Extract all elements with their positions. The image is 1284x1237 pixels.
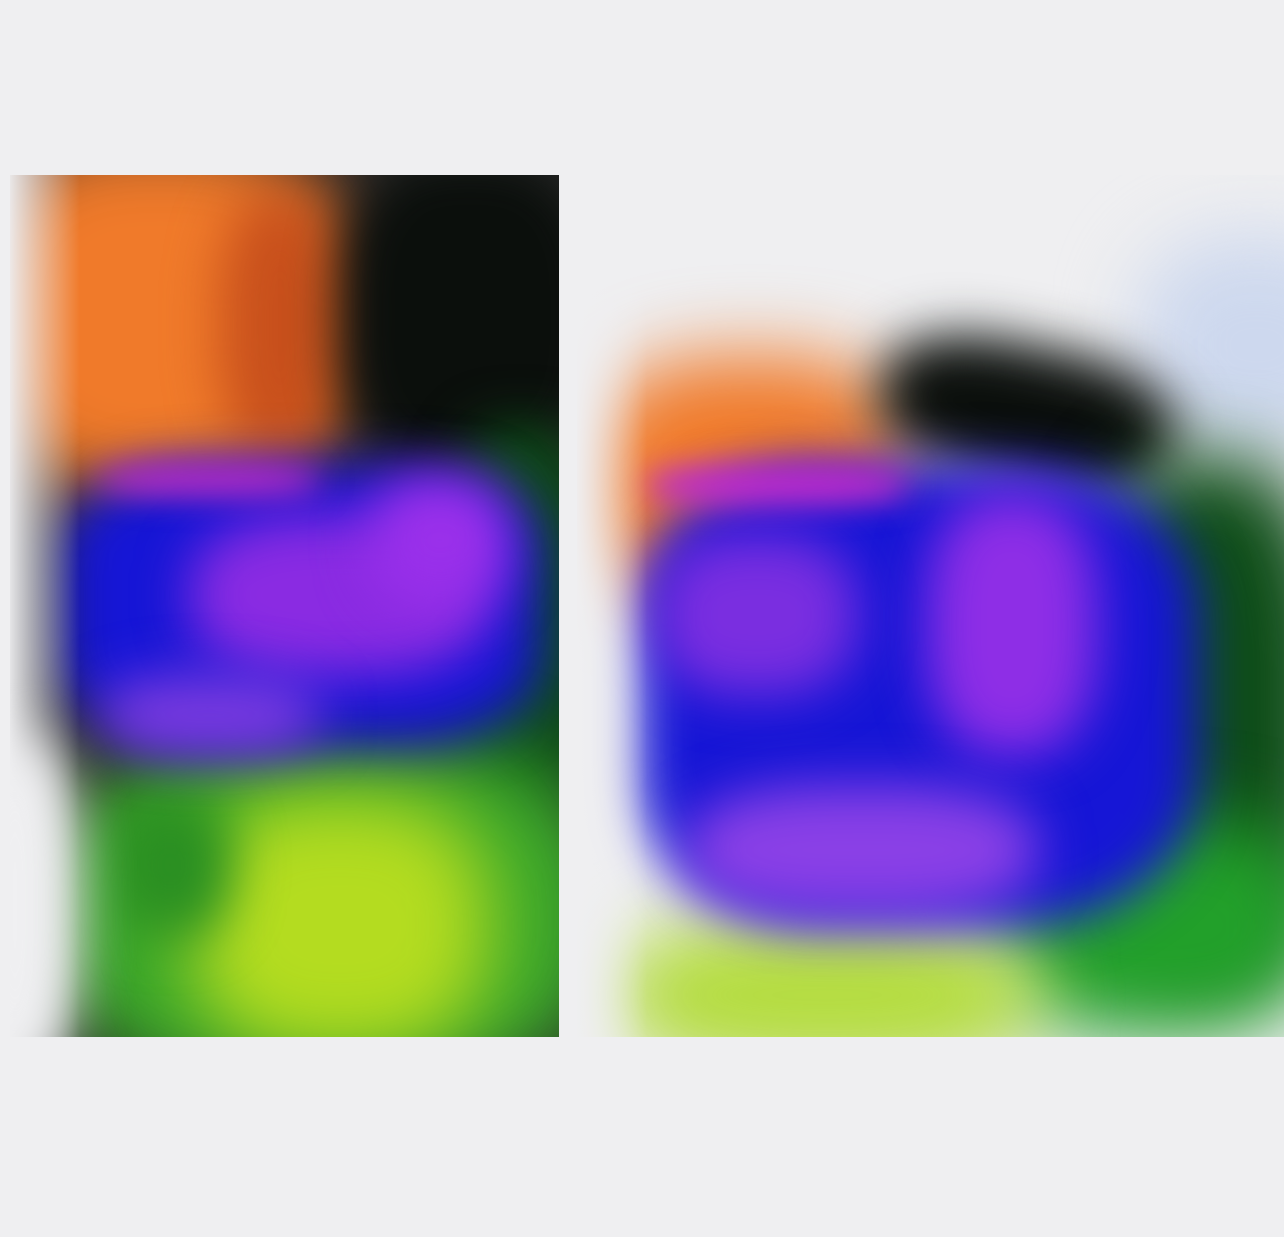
lavender-lower-region — [100, 675, 320, 755]
magenta-edge-region — [647, 465, 907, 505]
right-image-panel[interactable] — [577, 175, 1284, 1037]
lime-region — [617, 915, 1037, 1037]
green-spot-region — [110, 795, 230, 935]
lavender-lower-region — [687, 785, 1037, 915]
left-fade-overlay — [577, 175, 647, 1037]
purple-left-region — [657, 535, 857, 695]
magenta-edge-region — [100, 465, 320, 495]
lime-region — [190, 795, 490, 1037]
dark-orange-region — [220, 195, 340, 455]
purple-right-region — [927, 495, 1097, 755]
app-stage — [0, 0, 1284, 1237]
left-image-panel[interactable] — [10, 175, 559, 1037]
purple-upper-region — [370, 475, 510, 605]
